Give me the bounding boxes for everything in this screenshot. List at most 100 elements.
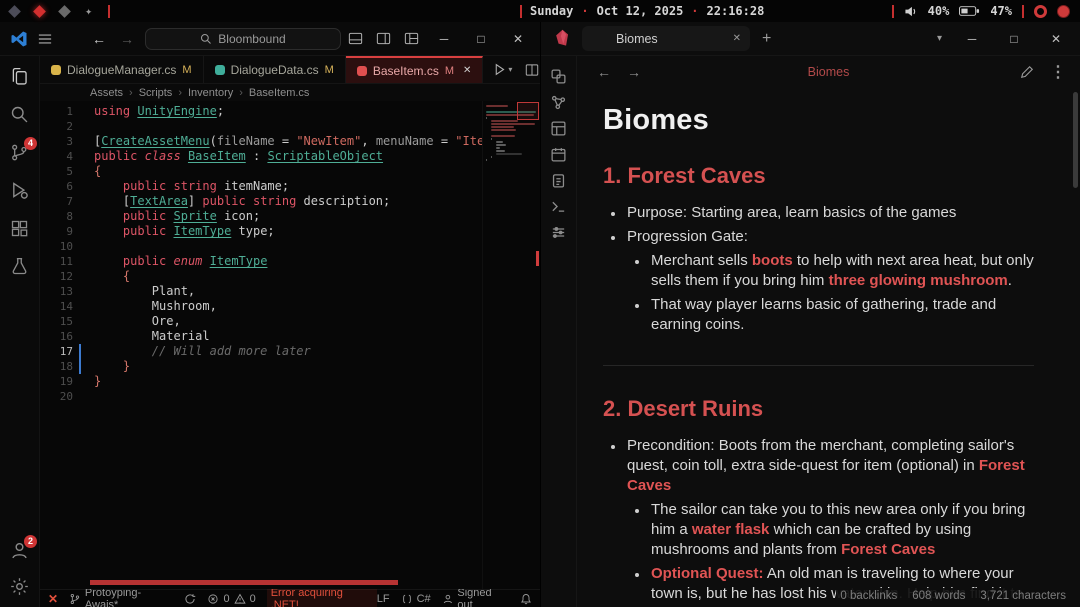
obsidian-ribbon [541, 56, 577, 607]
separator [108, 4, 111, 18]
editor-tab[interactable]: DialogueManager.cs M [40, 56, 204, 83]
settings-gear-icon[interactable] [9, 576, 30, 597]
breadcrumb-item[interactable]: Scripts [139, 87, 173, 99]
source-control-icon[interactable]: 4 [9, 137, 37, 163]
language-mode[interactable]: C# [401, 593, 431, 605]
tab-list-chevron-icon[interactable]: ▾ [937, 33, 942, 44]
note-sections: 1. Forest Caves Purpose: Starting area, l… [603, 163, 1034, 607]
modified-badge: M [444, 64, 455, 77]
git-branch-item[interactable]: Protoyping-Awais* [69, 587, 173, 607]
code-line: // Will add more later [94, 344, 311, 358]
volume-icon[interactable] [904, 5, 918, 18]
new-tab-button[interactable]: + [762, 30, 771, 48]
workspace-icon-1[interactable] [8, 4, 21, 18]
backlink-count[interactable]: 0 backlinks [840, 590, 897, 602]
code-line: [CreateAssetMenu(fileName = "NewItem", m… [94, 134, 506, 148]
search-icon [200, 33, 212, 45]
tray-icon-1[interactable] [1034, 4, 1047, 18]
testing-icon[interactable] [9, 256, 30, 277]
separator [891, 4, 894, 18]
account-status[interactable]: Signed out [442, 587, 509, 607]
csharp-file-icon [51, 64, 61, 75]
eol-indicator[interactable]: LF [377, 593, 390, 605]
clock-date: Oct 12, 2025 [596, 4, 684, 18]
word-count: 608 words [912, 590, 966, 602]
account-badge: 2 [24, 535, 37, 548]
code-line: using UnityEngine; [94, 104, 225, 118]
maximize-button[interactable]: □ [1002, 32, 1026, 46]
sync-icon[interactable] [184, 593, 196, 605]
back-arrow-icon[interactable]: ← [92, 31, 106, 47]
command-center-search[interactable]: Bloombound [145, 28, 341, 50]
vscode-title-bar: ← → Bloombound ─ □ ✕ [0, 22, 540, 56]
run-button[interactable]: ▾ [493, 63, 512, 76]
terminal-icon[interactable] [550, 198, 567, 215]
code-line: Ore, [94, 314, 181, 328]
more-options-icon[interactable]: ⋮ [1050, 62, 1066, 82]
code-editor[interactable]: 1 2 3 4 5 6 7 8 9 10 11 12 13 14 15 16 17 18 19 20 using Un… [40, 101, 540, 589]
chevron-right-icon: › [129, 86, 133, 99]
explorer-icon[interactable] [9, 66, 30, 87]
toggle-panel-icon[interactable] [348, 31, 363, 46]
vscode-logo-icon [10, 30, 28, 48]
breadcrumb-item[interactable]: BaseItem.cs [249, 87, 310, 99]
line-number: 3 [66, 135, 73, 148]
minimap[interactable] [482, 101, 540, 589]
maximize-button[interactable]: □ [469, 32, 493, 46]
toggle-secondary-sidebar-icon[interactable] [376, 31, 391, 46]
tray-icon-2[interactable] [1057, 4, 1070, 18]
note-content[interactable]: Biomes 1. Forest Caves Purpose: Starting … [577, 88, 1080, 607]
close-button[interactable]: ✕ [506, 32, 530, 46]
note-path-title: Biomes [807, 65, 850, 79]
graph-view-icon[interactable] [550, 94, 567, 111]
templates-icon[interactable] [550, 172, 567, 189]
close-button[interactable]: ✕ [1044, 32, 1068, 46]
daily-note-icon[interactable] [550, 146, 567, 163]
separator [520, 4, 522, 18]
minimap-viewport[interactable] [517, 102, 539, 120]
forward-arrow-icon[interactable]: → [627, 64, 641, 80]
horizontal-scrollbar[interactable] [90, 580, 398, 585]
run-debug-icon[interactable] [9, 180, 30, 201]
remote-indicator[interactable]: ✕ [48, 592, 58, 606]
edit-mode-pencil-icon[interactable] [1020, 65, 1034, 79]
canvas-icon[interactable] [550, 120, 567, 137]
minimize-button[interactable]: ─ [432, 32, 456, 46]
workspace-icon-3[interactable] [58, 4, 71, 18]
editor-tab[interactable]: BaseItem.cs M ✕ [345, 56, 484, 83]
extensions-icon[interactable] [9, 218, 30, 239]
forward-arrow-icon[interactable]: → [120, 31, 134, 47]
quick-switcher-icon[interactable] [550, 68, 567, 85]
minimize-button[interactable]: ─ [960, 32, 984, 46]
note-heading: 1. Forest Caves [603, 163, 766, 188]
vertical-scrollbar[interactable] [1073, 92, 1078, 188]
volume-level: 40% [927, 4, 950, 18]
back-arrow-icon[interactable]: ← [597, 64, 611, 80]
notifications-bell-icon[interactable] [520, 593, 532, 605]
code-area[interactable]: using UnityEngine; [CreateAssetMenu(fileN… [88, 101, 540, 589]
command-palette-icon[interactable] [550, 224, 567, 241]
dotnet-error-message[interactable]: Error acquiring .NET! [266, 586, 377, 607]
code-line: Mushroom, [94, 299, 217, 313]
workspace-icon-4[interactable]: ✦ [85, 4, 92, 18]
close-tab-icon[interactable]: ✕ [733, 33, 741, 44]
code-line: public class BaseItem : ScriptableObject [94, 149, 384, 163]
breadcrumb-item[interactable]: Assets [90, 87, 123, 99]
chevron-right-icon: › [239, 86, 243, 99]
menu-icon[interactable] [38, 32, 52, 46]
breadcrumb-item[interactable]: Inventory [188, 87, 233, 99]
close-tab-icon[interactable]: ✕ [463, 65, 471, 76]
csharp-file-icon [356, 65, 367, 76]
code-line: public Sprite icon; [122, 209, 261, 223]
code-line: } [122, 359, 131, 373]
problems-item[interactable]: 0 0 [207, 593, 256, 605]
workspace-icon-2-active[interactable] [33, 4, 46, 18]
line-number: 2 [66, 120, 73, 133]
search-icon[interactable] [9, 104, 30, 125]
editor-tab[interactable]: DialogueData.cs M [204, 56, 346, 83]
customize-layout-icon[interactable] [404, 31, 419, 46]
account-icon[interactable]: 2 [9, 535, 37, 561]
split-editor-icon[interactable] [525, 63, 539, 77]
note-tab[interactable]: Biomes ✕ [582, 26, 750, 51]
